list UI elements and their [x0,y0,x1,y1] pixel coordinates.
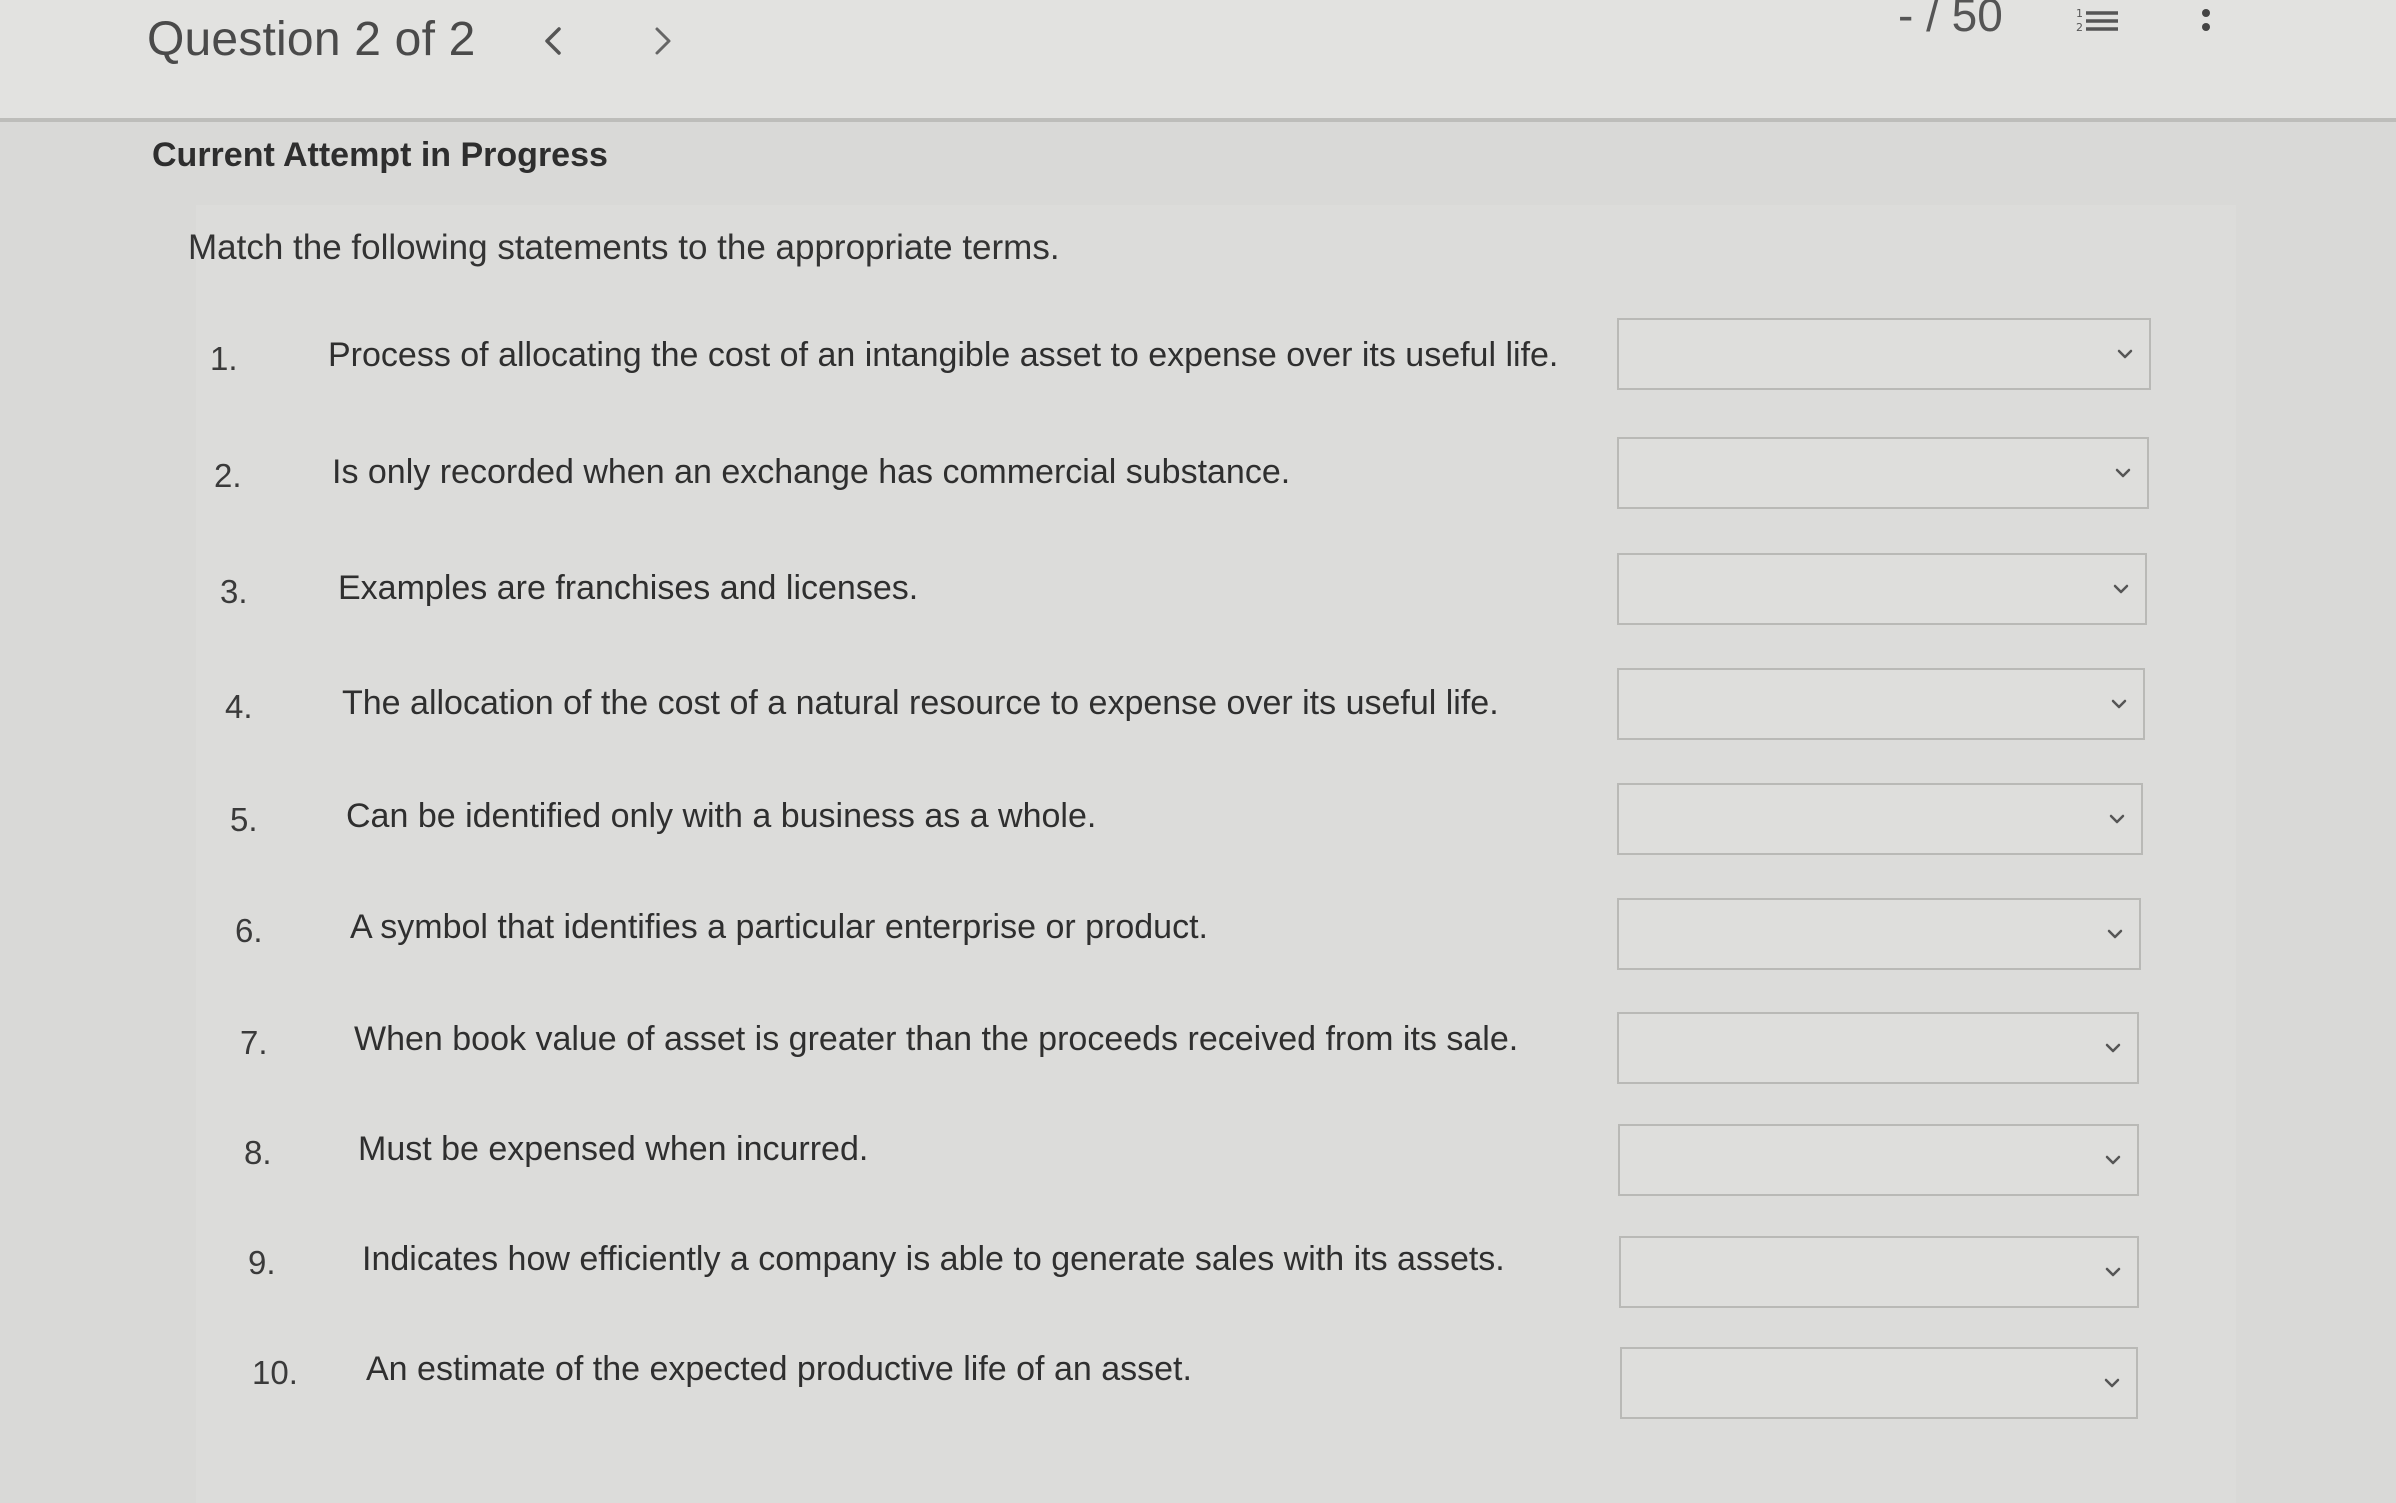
chevron-down-icon [2117,349,2133,359]
term-select-5[interactable] [1617,783,2143,855]
item-statement: An estimate of the expected productive l… [366,1350,1192,1388]
chevron-down-icon [2111,699,2127,709]
chevron-down-icon [2105,1043,2121,1053]
term-select-10[interactable] [1620,1347,2138,1419]
item-statement: Indicates how efficiently a company is a… [362,1240,1505,1278]
more-options-button[interactable] [2188,0,2224,40]
chevron-right-icon [655,27,671,55]
item-statement: Process of allocating the cost of an int… [328,336,1559,374]
term-select-6[interactable] [1617,898,2141,970]
question-counter: Question 2 of 2 [147,13,476,66]
term-select-9[interactable] [1619,1236,2139,1308]
term-select-3[interactable] [1617,553,2147,625]
item-number: 2. [214,457,242,494]
question-instructions: Match the following statements to the ap… [188,228,1060,267]
score-display: - / 50 [1898,0,2003,41]
chevron-down-icon [2109,814,2125,824]
item-statement: A symbol that identifies a particular en… [350,908,1208,946]
item-number: 3. [220,573,248,610]
chevron-down-icon [2113,584,2129,594]
item-statement: The allocation of the cost of a natural … [342,684,1499,722]
question-list-button[interactable]: 1 2 [2070,0,2124,40]
item-statement: Examples are franchises and licenses. [338,569,919,607]
term-select-2[interactable] [1617,437,2149,509]
next-question-button[interactable] [638,14,688,68]
svg-text:2: 2 [2076,21,2083,34]
chevron-down-icon [2105,1267,2121,1277]
item-number: 6. [235,912,263,949]
item-number: 8. [244,1134,272,1171]
question-list-icon: 1 2 [2076,7,2118,34]
item-number: 4. [225,688,253,725]
item-statement: Must be expensed when incurred. [358,1130,869,1168]
item-statement: Is only recorded when an exchange has co… [332,453,1291,491]
item-number: 10. [252,1354,298,1391]
previous-question-button[interactable] [528,14,578,68]
term-select-1[interactable] [1617,318,2151,390]
svg-text:1: 1 [2076,7,2083,20]
item-number: 5. [230,801,258,838]
chevron-down-icon [2115,468,2131,478]
item-number: 9. [248,1244,276,1281]
chevron-down-icon [2107,929,2123,939]
item-statement: Can be identified only with a business a… [346,797,1097,835]
attempt-status: Current Attempt in Progress [152,136,608,174]
chevron-down-icon [2104,1378,2120,1388]
item-number: 7. [240,1024,268,1061]
term-select-8[interactable] [1618,1124,2139,1196]
item-number: 1. [210,340,238,377]
chevron-left-icon [545,27,561,55]
term-select-7[interactable] [1617,1012,2139,1084]
chevron-down-icon [2105,1155,2121,1165]
term-select-4[interactable] [1617,668,2145,740]
item-statement: When book value of asset is greater than… [354,1020,1519,1058]
more-vertical-icon [2202,9,2210,31]
top-bar: Question 2 of 2 - / 50 1 2 [0,0,2396,122]
